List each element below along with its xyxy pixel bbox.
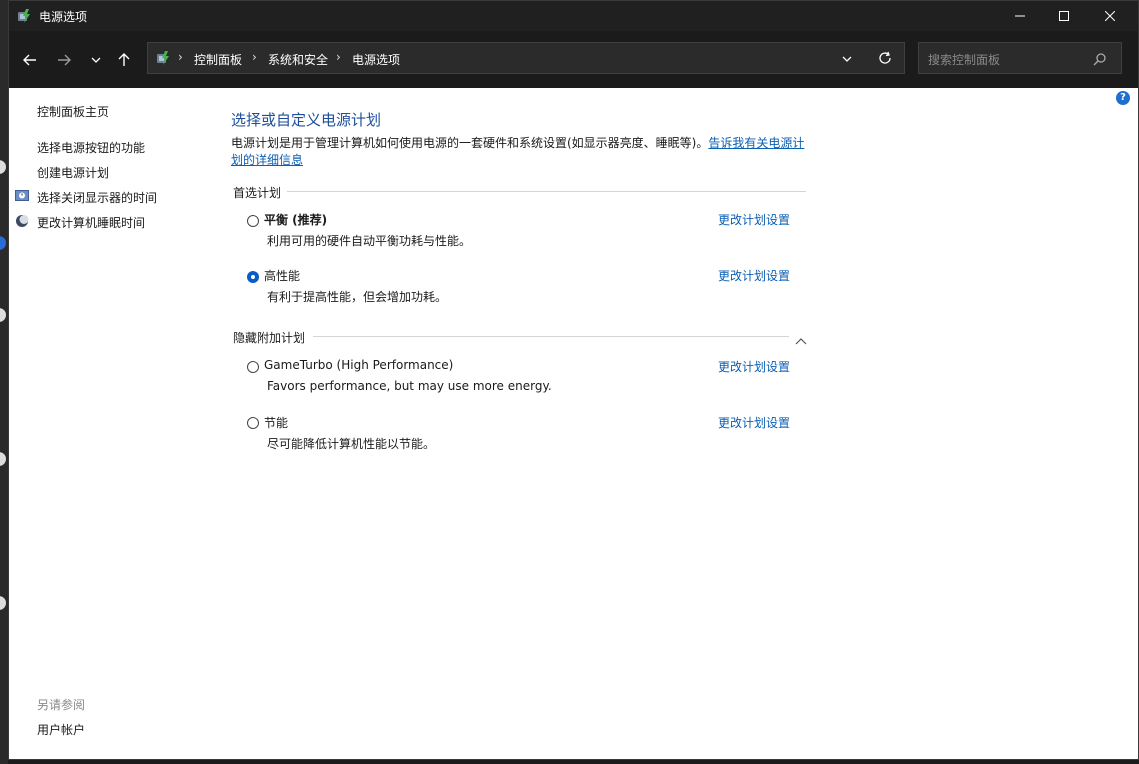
radio-power-saver[interactable] — [247, 417, 259, 429]
breadcrumb-power-options[interactable]: 电源选项 — [352, 51, 400, 68]
close-button[interactable] — [1087, 1, 1133, 31]
collapse-chevron-up-icon[interactable] — [795, 330, 807, 349]
desktop-icon — [0, 308, 6, 322]
change-plan-settings-high-performance[interactable]: 更改计划设置 — [718, 267, 790, 284]
hidden-plans-heading: 隐藏附加计划 — [233, 331, 306, 345]
moon-sleep-icon — [15, 213, 29, 227]
refresh-icon[interactable] — [878, 51, 892, 68]
description-text: 电源计划是用于管理计算机如何使用电源的一套硬件和系统设置(如显示器亮度、睡眠等)… — [231, 136, 709, 150]
monitor-clock-icon — [15, 188, 29, 202]
plan-name-high-performance[interactable]: 高性能 — [264, 267, 300, 284]
plan-name-power-saver[interactable]: 节能 — [264, 414, 288, 431]
forward-button[interactable] — [53, 49, 75, 71]
breadcrumb-system-security[interactable]: 系统和安全 — [268, 51, 328, 68]
desktop-icon — [0, 236, 6, 250]
recent-locations-chevron-icon[interactable] — [85, 49, 107, 71]
sidebar-item-display-off[interactable]: 选择关闭显示器的时间 — [37, 189, 157, 206]
search-input[interactable]: 搜索控制面板 — [918, 42, 1122, 74]
address-dropdown-chevron-icon[interactable] — [842, 53, 852, 67]
desktop-edge — [0, 0, 8, 764]
breadcrumb-separator-icon: › — [252, 50, 257, 64]
back-button[interactable] — [19, 49, 41, 71]
change-plan-settings-balanced[interactable]: 更改计划设置 — [718, 211, 790, 228]
content-area: ? 控制面板主页 选择电源按钮的功能 创建电源计划 选择关闭显示器的时间 更改计… — [9, 88, 1138, 759]
plan-name-gameturbo[interactable]: GameTurbo (High Performance) — [264, 358, 453, 372]
address-bar[interactable]: › 控制面板 › 系统和安全 › 电源选项 — [147, 42, 905, 74]
maximize-button[interactable] — [1041, 1, 1087, 31]
radio-gameturbo[interactable] — [247, 361, 259, 373]
plan-name-balanced[interactable]: 平衡 (推荐) — [264, 211, 327, 228]
power-options-window: 电源选项 › 控制面板 › 系统和安全 › 电源选项 搜索控制面板 ? 控制面板… — [8, 0, 1139, 760]
desktop-icon — [0, 452, 6, 466]
page-description: 电源计划是用于管理计算机如何使用电源的一套硬件和系统设置(如显示器亮度、睡眠等)… — [231, 135, 811, 169]
sidebar-item-create-plan[interactable]: 创建电源计划 — [37, 164, 109, 181]
plan-desc-balanced: 利用可用的硬件自动平衡功耗与性能。 — [267, 234, 472, 248]
radio-high-performance[interactable] — [247, 271, 259, 283]
sidebar-item-power-buttons[interactable]: 选择电源按钮的功能 — [37, 139, 145, 156]
breadcrumb-control-panel[interactable]: 控制面板 — [194, 51, 242, 68]
search-icon[interactable] — [1093, 51, 1107, 70]
divider — [287, 191, 806, 192]
search-placeholder: 搜索控制面板 — [928, 53, 1001, 67]
change-plan-settings-gameturbo[interactable]: 更改计划设置 — [718, 358, 790, 375]
desktop-icon — [0, 596, 6, 610]
desktop-icon — [0, 160, 6, 174]
help-icon[interactable]: ? — [1116, 91, 1130, 105]
breadcrumb-separator-icon: › — [336, 50, 341, 64]
title-bar: 电源选项 — [9, 1, 1138, 31]
page-title: 选择或自定义电源计划 — [231, 111, 382, 129]
divider — [313, 336, 789, 337]
window-title: 电源选项 — [39, 10, 88, 24]
control-panel-icon — [156, 50, 172, 69]
navigation-bar: › 控制面板 › 系统和安全 › 电源选项 搜索控制面板 — [9, 31, 1138, 88]
sidebar-control-panel-home[interactable]: 控制面板主页 — [37, 103, 109, 120]
power-options-icon — [17, 8, 33, 27]
radio-balanced[interactable] — [247, 215, 259, 227]
sidebar-item-sleep-time[interactable]: 更改计算机睡眠时间 — [37, 214, 145, 231]
see-also-heading: 另请参阅 — [37, 698, 86, 712]
plan-desc-gameturbo: Favors performance, but may use more ene… — [267, 379, 552, 393]
sidebar-item-user-accounts[interactable]: 用户帐户 — [37, 721, 85, 738]
change-plan-settings-power-saver[interactable]: 更改计划设置 — [718, 414, 790, 431]
breadcrumb-separator-icon: › — [178, 50, 183, 64]
plan-desc-high-performance: 有利于提高性能，但会增加功耗。 — [267, 290, 448, 304]
up-button[interactable] — [113, 49, 135, 71]
minimize-button[interactable] — [997, 1, 1043, 31]
plan-desc-power-saver: 尽可能降低计算机性能以节能。 — [267, 437, 436, 451]
preferred-plans-heading: 首选计划 — [233, 186, 282, 200]
